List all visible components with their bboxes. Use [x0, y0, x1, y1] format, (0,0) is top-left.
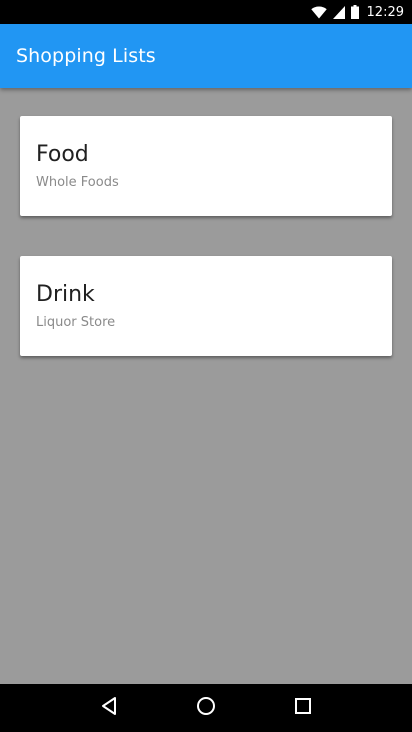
- list-name: Food: [36, 142, 89, 167]
- status-bar: 12:29: [0, 0, 412, 24]
- home-icon: [196, 696, 216, 720]
- system-navigation-bar: [0, 684, 412, 732]
- back-button[interactable]: [85, 684, 133, 732]
- cellular-signal-icon: [332, 5, 345, 19]
- list-card-food[interactable]: Food Whole Foods: [20, 116, 392, 216]
- recents-button[interactable]: [279, 684, 327, 732]
- shopping-lists-container: Food Whole Foods Drink Liquor Store: [0, 88, 412, 684]
- list-store: Liquor Store: [36, 315, 116, 330]
- home-button[interactable]: [182, 684, 230, 732]
- status-time: 12:29: [366, 4, 404, 20]
- list-store: Whole Foods: [36, 175, 119, 190]
- wifi-icon: [310, 6, 327, 19]
- recents-icon: [294, 697, 312, 719]
- back-icon: [100, 696, 118, 720]
- list-card-drink[interactable]: Drink Liquor Store: [20, 256, 392, 356]
- page-title: Shopping Lists: [16, 45, 156, 67]
- battery-icon: [350, 5, 359, 19]
- app-bar: Shopping Lists: [0, 24, 412, 88]
- list-name: Drink: [36, 282, 95, 307]
